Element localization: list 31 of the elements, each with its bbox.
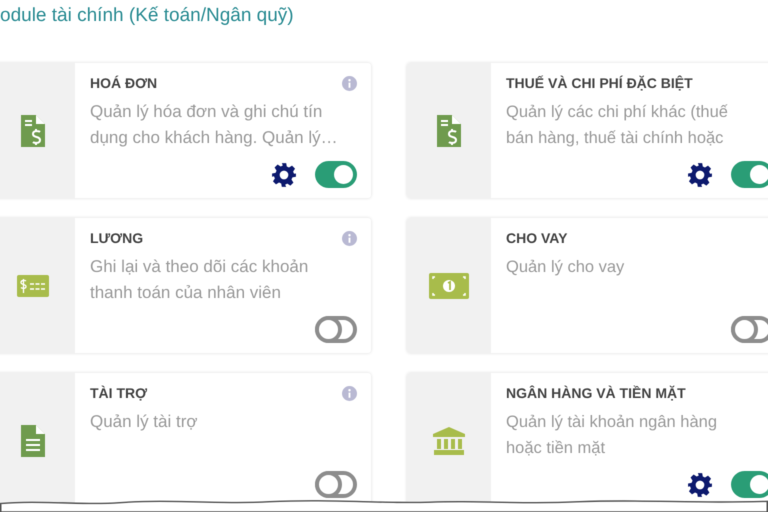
settings-icon[interactable] bbox=[687, 162, 713, 188]
settings-icon[interactable] bbox=[687, 472, 713, 498]
module-title: CHO VAY bbox=[506, 230, 568, 246]
banknote-icon bbox=[429, 272, 469, 298]
toggle-switch[interactable] bbox=[731, 316, 768, 343]
toggle-switch[interactable] bbox=[315, 316, 357, 343]
settings-icon[interactable] bbox=[271, 162, 297, 188]
toggle-switch[interactable] bbox=[731, 471, 768, 498]
document-icon bbox=[21, 424, 45, 456]
section-heading: odule tài chính (Kế toán/Ngân quỹ) bbox=[0, 4, 295, 28]
module-description: Quản lý hóa đơn và ghi chú tín dụng cho khách hàng. Quản lý… bbox=[90, 101, 339, 149]
module-description: Quản lý các chi phí khác (thuế bán hàng, thuế tài chính hoặc bbox=[506, 102, 729, 149]
module-title: NGÂN HÀNG VÀ TIỀN MẶT bbox=[506, 385, 686, 401]
pay-card-icon bbox=[17, 274, 49, 296]
invoice-icon bbox=[21, 114, 45, 146]
toggle-switch[interactable] bbox=[315, 161, 357, 188]
module-description: Ghi lại và theo dõi các khoản thanh toán của nhân viên bbox=[90, 256, 310, 304]
module-description: Quản lý tài khoản ngân hàng hoặc tiền mặt bbox=[506, 412, 718, 459]
invoice-icon bbox=[437, 114, 461, 146]
toggle-switch[interactable] bbox=[315, 471, 357, 498]
module-title: HOÁ ĐƠN bbox=[90, 75, 158, 91]
toggle-switch[interactable] bbox=[731, 161, 768, 188]
info-icon[interactable] bbox=[342, 76, 357, 90]
bank-icon bbox=[433, 426, 465, 454]
module-description: Quản lý tài trợ bbox=[90, 411, 199, 433]
module-title: THUẾ VÀ CHI PHÍ ĐẶC BIỆT bbox=[506, 75, 693, 91]
info-icon[interactable] bbox=[342, 386, 357, 400]
module-title: TÀI TRỢ bbox=[90, 385, 148, 401]
module-description: Quản lý cho vay bbox=[506, 257, 626, 278]
info-icon[interactable] bbox=[342, 230, 357, 246]
module-title: LƯƠNG bbox=[90, 230, 144, 246]
